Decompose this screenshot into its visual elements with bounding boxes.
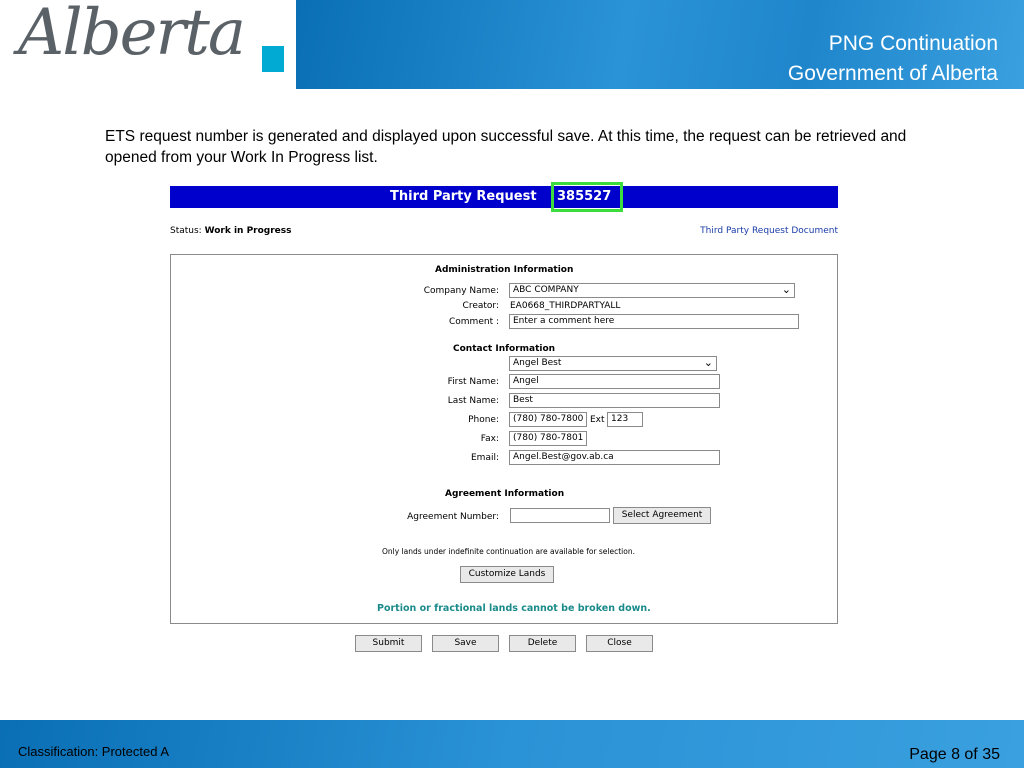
creator-value: EA0668_THIRDPARTYALL (510, 301, 621, 311)
header-subtitle: Government of Alberta (787, 62, 998, 85)
classification-label: Classification: Protected A (18, 744, 170, 759)
delete-button[interactable]: Delete (509, 635, 576, 652)
status-label: Status: (170, 226, 202, 236)
last-name-input[interactable]: Best (509, 393, 720, 408)
comment-label: Comment : (449, 317, 499, 327)
last-name-label: Last Name: (447, 396, 499, 406)
alberta-logo: Alberta (0, 0, 296, 89)
slide-header: Alberta PNG Continuation Government of A… (0, 0, 1024, 89)
first-name-input[interactable]: Angel (509, 374, 720, 389)
logo-wordmark: Alberta (18, 0, 246, 70)
contact-select-value: Angel Best (513, 358, 562, 368)
submit-button[interactable]: Submit (355, 635, 422, 652)
fractional-lands-warning: Portion or fractional lands cannot be br… (377, 603, 651, 614)
phone-input[interactable]: (780) 780-7800 (509, 412, 587, 427)
app-title-bar: Third Party Request 385527 (170, 182, 838, 212)
request-document-link[interactable]: Third Party Request Document (700, 226, 838, 236)
company-value: ABC COMPANY (513, 285, 579, 295)
fax-input[interactable]: (780) 780-7801 (509, 431, 587, 446)
agreement-number-label: Agreement Number: (407, 512, 499, 522)
contact-heading: Contact Information (453, 344, 556, 354)
first-name-label: First Name: (447, 377, 499, 387)
header-title: PNG Continuation (828, 32, 998, 55)
comment-input[interactable]: Enter a comment here (509, 314, 799, 329)
agreement-number-input[interactable] (510, 508, 610, 523)
ext-input[interactable]: 123 (607, 412, 643, 427)
phone-label: Phone: (468, 415, 499, 425)
creator-label: Creator: (462, 301, 499, 311)
slide-footer: Classification: Protected A Page 8 of 35 (0, 720, 1024, 768)
selection-note: Only lands under indefinite continuation… (382, 547, 635, 556)
fax-label: Fax: (480, 434, 499, 444)
email-input[interactable]: Angel.Best@gov.ab.ca (509, 450, 720, 465)
company-label: Company Name: (423, 286, 499, 296)
contact-select[interactable]: Angel Best ⌄ (509, 356, 717, 371)
request-number-highlight: 385527 (551, 182, 623, 212)
intro-text: ETS request number is generated and disp… (105, 128, 907, 166)
ext-label: Ext (590, 415, 605, 425)
agreement-heading: Agreement Information (445, 489, 565, 499)
status-row: Status: Work in Progress Third Party Req… (170, 226, 838, 236)
company-select[interactable]: ABC COMPANY ⌄ (509, 283, 795, 298)
close-button[interactable]: Close (586, 635, 653, 652)
email-label: Email: (470, 453, 499, 463)
header-banner: PNG Continuation Government of Alberta (296, 0, 1024, 89)
app-title: Third Party Request (390, 189, 537, 204)
status-value: Work in Progress (204, 226, 292, 236)
chevron-down-icon: ⌄ (703, 356, 713, 369)
logo-square-icon (262, 46, 284, 72)
request-form: Administration Information Company Name:… (170, 254, 838, 624)
save-button[interactable]: Save (432, 635, 499, 652)
chevron-down-icon: ⌄ (781, 283, 791, 296)
select-agreement-button[interactable]: Select Agreement (613, 507, 711, 524)
page-number: Page 8 of 35 (909, 746, 1000, 763)
admin-heading: Administration Information (435, 265, 574, 275)
customize-lands-button[interactable]: Customize Lands (460, 566, 554, 583)
